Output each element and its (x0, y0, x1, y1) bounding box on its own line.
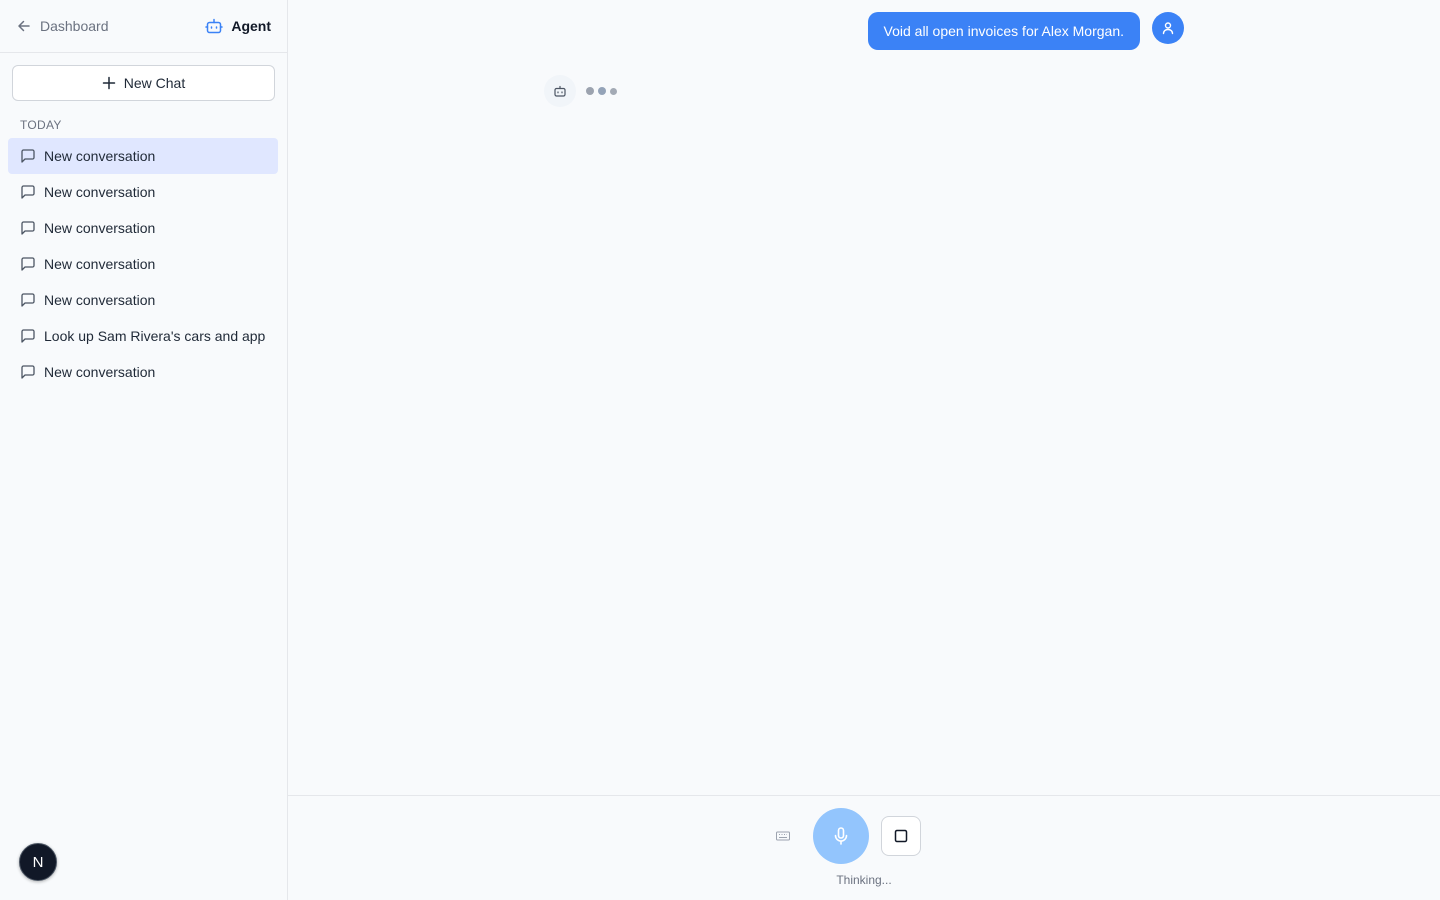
conversation-title: New conversation (44, 256, 156, 272)
stop-button[interactable] (881, 816, 921, 856)
user-message-bubble: Void all open invoices for Alex Morgan. (867, 12, 1140, 50)
message-square-icon (21, 149, 35, 163)
assistant-typing-row (544, 75, 617, 107)
agent-title: Agent (205, 17, 271, 35)
composer-bar: Thinking... (288, 795, 1440, 900)
conversation-item[interactable]: New conversation (8, 354, 278, 390)
conversation-title: Look up Sam Rivera's cars and appo (44, 328, 266, 344)
bot-icon (554, 85, 566, 97)
assistant-avatar (544, 75, 576, 107)
conversation-item[interactable]: New conversation (8, 174, 278, 210)
new-chat-wrapper: New Chat (0, 53, 287, 101)
sidebar: Dashboard Agent New Chat TODAY New conve… (0, 0, 288, 900)
microphone-button[interactable] (813, 808, 869, 864)
message-square-icon (21, 221, 35, 235)
conversation-title: New conversation (44, 292, 156, 308)
arrow-left-icon (18, 20, 30, 32)
back-to-dashboard-link[interactable]: Dashboard (16, 18, 109, 34)
typing-dot (598, 87, 606, 95)
conversation-title: New conversation (44, 220, 156, 236)
conversation-list: New conversation New conversation New co… (0, 137, 287, 390)
microphone-icon (834, 827, 848, 845)
new-chat-label: New Chat (123, 75, 186, 91)
plus-icon (102, 76, 116, 90)
conversation-item[interactable]: New conversation (8, 138, 278, 174)
sidebar-header: Dashboard Agent (0, 0, 287, 53)
conversation-item[interactable]: New conversation (8, 210, 278, 246)
user-avatar[interactable]: N (19, 843, 57, 881)
stop-square-icon (894, 829, 908, 843)
conversation-title: New conversation (44, 184, 156, 200)
user-initial: N (32, 853, 44, 871)
new-chat-button[interactable]: New Chat (12, 65, 275, 101)
agent-title-label: Agent (231, 18, 271, 34)
keyboard-icon (776, 831, 790, 841)
typing-indicator (586, 87, 617, 95)
app-root: Dashboard Agent New Chat TODAY New conve… (0, 0, 1440, 900)
status-text: Thinking... (836, 873, 892, 887)
message-square-icon (21, 329, 35, 343)
message-square-icon (21, 293, 35, 307)
message-square-icon (21, 185, 35, 199)
bot-icon (205, 18, 224, 34)
conversation-item[interactable]: New conversation (8, 282, 278, 318)
keyboard-toggle-button[interactable] (773, 826, 793, 846)
chat-main: Void all open invoices for Alex Morgan. (288, 0, 1440, 900)
section-label-today: TODAY (20, 118, 62, 132)
typing-dot (610, 87, 617, 95)
conversation-title: New conversation (44, 148, 156, 164)
message-square-icon (21, 257, 35, 271)
user-message-avatar (1152, 12, 1184, 44)
typing-dot (586, 87, 594, 95)
back-link-label: Dashboard (40, 18, 109, 34)
conversation-item[interactable]: Look up Sam Rivera's cars and appo (8, 318, 278, 354)
message-square-icon (21, 365, 35, 379)
user-icon (1162, 22, 1174, 35)
user-message-row: Void all open invoices for Alex Morgan. (867, 12, 1184, 50)
conversation-title: New conversation (44, 364, 156, 380)
voice-controls (288, 808, 1440, 864)
conversation-item[interactable]: New conversation (8, 246, 278, 282)
